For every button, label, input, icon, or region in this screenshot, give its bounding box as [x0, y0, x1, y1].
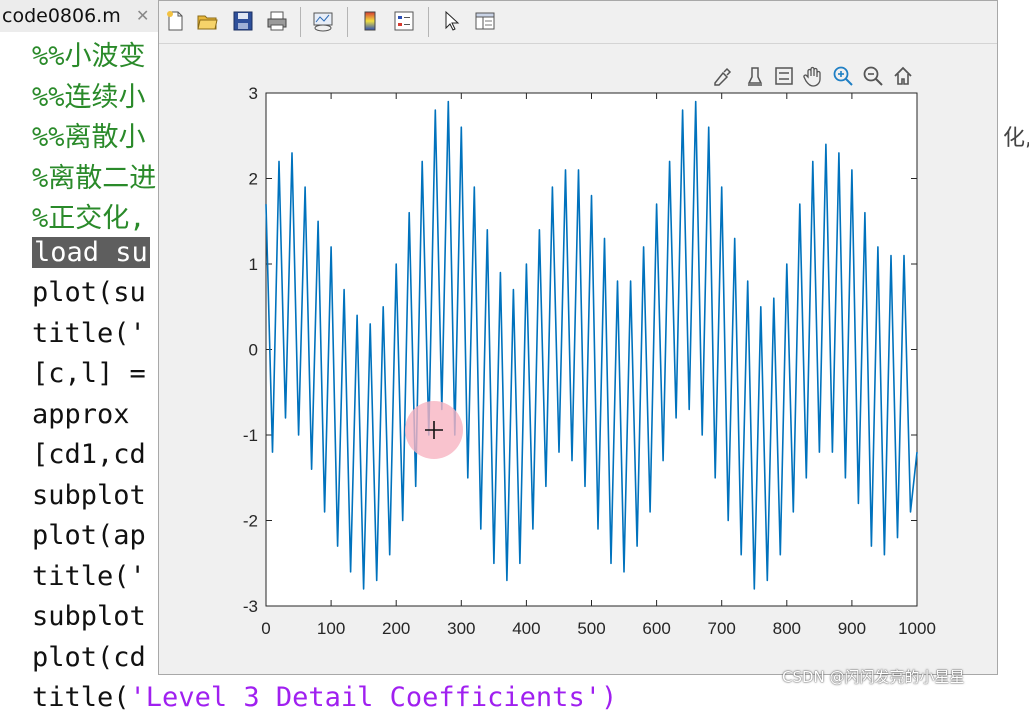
y-tick-label: -2	[243, 512, 258, 531]
y-tick-label: 3	[249, 84, 258, 103]
x-tick-label: 800	[773, 619, 801, 638]
y-tick-label: 2	[249, 170, 258, 189]
x-tick-label: 500	[577, 619, 605, 638]
x-tick-label: 300	[447, 619, 475, 638]
x-tick-label: 600	[642, 619, 670, 638]
x-tick-label: 700	[708, 619, 736, 638]
y-tick-label: 0	[249, 341, 258, 360]
x-tick-label: 200	[382, 619, 410, 638]
x-tick-label: 1000	[898, 619, 936, 638]
watermark: CSDN @闪闪发亮的小星星	[782, 668, 965, 686]
y-tick-label: -3	[243, 597, 258, 616]
axes-box[interactable]	[265, 92, 918, 607]
y-tick-label: -1	[243, 426, 258, 445]
x-tick-label: 900	[838, 619, 866, 638]
x-tick-label: 100	[317, 619, 345, 638]
y-tick-label: 1	[249, 255, 258, 274]
line-plot: 0 100 200 300 400 500 600 700 800 900 1000 -3 -2 -1 0 1…	[243, 84, 936, 638]
x-tick-label: 400	[512, 619, 540, 638]
x-tick-label: 0	[261, 619, 270, 638]
